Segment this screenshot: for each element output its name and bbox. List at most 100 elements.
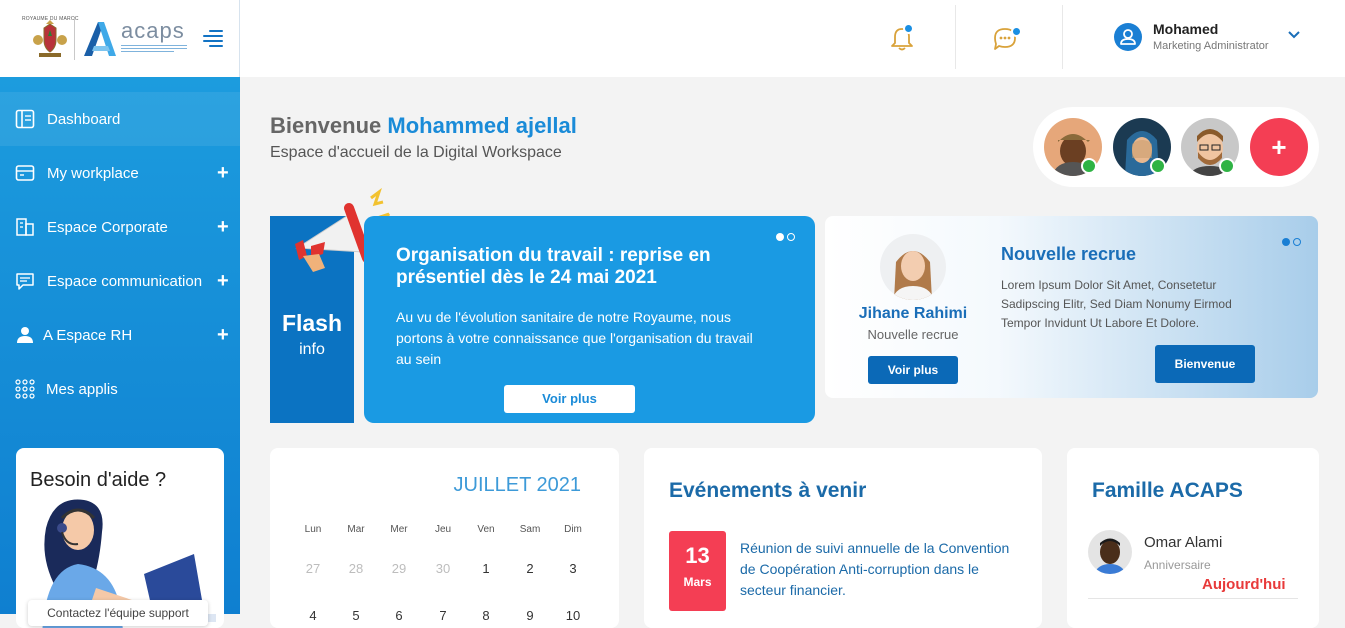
flash-tag-title: Flash xyxy=(281,310,343,336)
sidebar-item-espace-rh[interactable]: A Espace RH + xyxy=(0,308,240,362)
event-month: Mars xyxy=(683,575,712,589)
famille-title: Famille ACAPS xyxy=(1092,479,1243,502)
notification-badge xyxy=(903,23,914,34)
sidebar-item-label: A Espace RH xyxy=(43,326,133,344)
top-bar: Mohamed Marketing Administrator xyxy=(240,0,1345,77)
brand-tagline xyxy=(121,45,187,57)
user-name[interactable]: Mohamed xyxy=(1153,21,1218,37)
weekday-label: Mer xyxy=(390,524,408,535)
calendar-day[interactable]: 6 xyxy=(384,608,414,623)
sidebar-item-espace-communication[interactable]: Espace communication + xyxy=(0,254,240,308)
sidebar-item-label: Espace Corporate xyxy=(47,218,168,236)
help-card: Besoin d'aide ? Contactez l'équipe suppo… xyxy=(16,448,224,628)
event-description[interactable]: Réunion de suivi annuelle de la Conventi… xyxy=(740,538,1020,601)
divider xyxy=(1062,5,1063,69)
welcome-button[interactable]: Bienvenue xyxy=(1155,345,1255,383)
logo-divider xyxy=(74,18,75,60)
chat-icon xyxy=(16,273,34,290)
calendar-month: JUILLET 2021 xyxy=(453,474,582,496)
sidebar: ROYAUME DU MAROC acaps Dashboard My work… xyxy=(0,0,240,628)
acaps-logo-mark xyxy=(84,22,116,56)
expand-plus-icon[interactable]: + xyxy=(217,163,229,183)
weekday-label: Dim xyxy=(564,524,582,535)
welcome-heading: Bienvenue Mohammed ajellal xyxy=(270,113,577,139)
weekday-label: Ven xyxy=(477,524,495,535)
family-member-date: Aujourd'hui xyxy=(1202,576,1286,593)
dashboard-icon xyxy=(15,109,35,129)
sidebar-item-espace-corporate[interactable]: Espace Corporate + xyxy=(0,200,240,254)
calendar-day[interactable]: 4 xyxy=(298,608,328,623)
user-role: Marketing Administrator xyxy=(1153,40,1269,52)
sidebar-item-label: Dashboard xyxy=(47,110,121,128)
calendar-day[interactable]: 30 xyxy=(428,561,458,576)
flash-news-title: Organisation du travail : reprise en pré… xyxy=(396,245,711,288)
new-hire-see-more-button[interactable]: Voir plus xyxy=(868,356,958,384)
calendar-day[interactable]: 2 xyxy=(515,561,545,576)
weekday-label: Mar xyxy=(347,524,365,535)
calendar-day[interactable]: 29 xyxy=(384,561,414,576)
new-hire-text: Lorem Ipsum Dolor Sit Amet, Consetetur S… xyxy=(1001,278,1232,330)
add-contact-button[interactable]: + xyxy=(1250,118,1308,176)
calendar-day[interactable]: 8 xyxy=(471,608,501,623)
workplace-icon xyxy=(15,165,35,181)
new-hire-role: Nouvelle recrue xyxy=(867,327,959,342)
user-icon xyxy=(17,327,33,343)
flash-tag-subtitle: info xyxy=(299,341,325,358)
menu-toggle-icon[interactable] xyxy=(203,30,223,47)
famille-panel: Famille ACAPS Omar Alami Anniversaire Au… xyxy=(1067,448,1319,628)
user-icon xyxy=(1120,29,1136,45)
calendar-day[interactable]: 10 xyxy=(558,608,588,623)
calendar-day[interactable]: 5 xyxy=(341,608,371,623)
flash-news-card: Organisation du travail : reprise en pré… xyxy=(364,216,815,423)
chevron-down-icon[interactable] xyxy=(1287,30,1301,40)
new-hire-name: Jihane Rahimi xyxy=(858,305,968,322)
event-date-badge: 13 Mars xyxy=(669,531,726,611)
expand-plus-icon[interactable]: + xyxy=(217,325,229,345)
sidebar-item-label: Espace communication xyxy=(47,272,203,290)
online-status-icon xyxy=(1081,158,1097,174)
divider xyxy=(955,5,956,69)
calendar-day[interactable]: 27 xyxy=(298,561,328,576)
expand-plus-icon[interactable]: + xyxy=(217,271,229,291)
welcome-user-name: Mohammed ajellal xyxy=(387,113,577,138)
events-panel: Evénements à venir 13 Mars Réunion de su… xyxy=(644,448,1042,628)
brand-name: acaps xyxy=(121,18,185,43)
calendar-day[interactable]: 7 xyxy=(428,608,458,623)
sidebar-item-mes-applis[interactable]: Mes applis xyxy=(0,362,240,416)
messages-badge xyxy=(1011,26,1022,37)
logo-area: ROYAUME DU MAROC acaps xyxy=(0,0,240,77)
carousel-indicator[interactable] xyxy=(1282,237,1302,247)
divider xyxy=(1088,598,1298,599)
calendar-day[interactable]: 9 xyxy=(515,608,545,623)
sidebar-item-dashboard[interactable]: Dashboard xyxy=(0,92,240,146)
sidebar-item-my-workplace[interactable]: My workplace + xyxy=(0,146,240,200)
family-member-occasion: Anniversaire xyxy=(1144,558,1211,572)
royal-crest-logo xyxy=(33,20,67,57)
event-day: 13 xyxy=(685,543,710,568)
calendar-panel: JUILLET 2021 Lun Mar Mer Jeu Ven Sam Dim… xyxy=(270,448,619,628)
greeting: Bienvenue xyxy=(270,113,388,138)
new-hire-card: Jihane Rahimi Nouvelle recrue Voir plus … xyxy=(825,216,1318,398)
weekday-label: Jeu xyxy=(434,524,452,535)
calendar-day[interactable]: 3 xyxy=(558,561,588,576)
online-status-icon xyxy=(1219,158,1235,174)
sidebar-item-label: My workplace xyxy=(47,164,139,182)
expand-plus-icon[interactable]: + xyxy=(217,217,229,237)
calendar-day[interactable]: 28 xyxy=(341,561,371,576)
online-status-icon xyxy=(1150,158,1166,174)
user-avatar[interactable] xyxy=(1114,23,1142,51)
family-member-name: Omar Alami xyxy=(1144,534,1223,551)
contact-support-button[interactable]: Contactez l'équipe support xyxy=(28,600,208,626)
events-title: Evénements à venir xyxy=(669,479,867,502)
weekday-label: Lun xyxy=(304,524,322,535)
calendar-day[interactable]: 1 xyxy=(471,561,501,576)
new-hire-title: Nouvelle recrue xyxy=(1001,244,1137,264)
apps-grid-icon xyxy=(15,379,35,399)
carousel-indicator[interactable] xyxy=(776,232,796,242)
flash-read-more-button[interactable]: Voir plus xyxy=(504,385,635,413)
family-member-avatar[interactable] xyxy=(1088,530,1132,574)
online-contacts: + xyxy=(1033,107,1319,187)
corporate-icon xyxy=(16,218,34,236)
sidebar-item-label: Mes applis xyxy=(46,380,118,398)
flash-news-text: Au vu de l'évolution sanitaire de notre … xyxy=(396,309,753,367)
